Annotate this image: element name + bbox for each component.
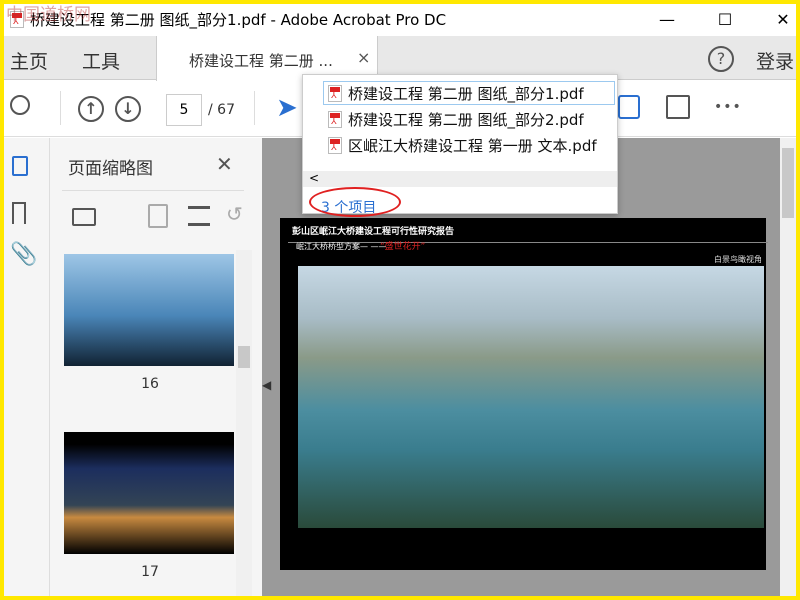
close-window-button[interactable]: ✕ (754, 4, 796, 34)
file-name: 区岷江大桥建设工程 第一册 文本.pdf (348, 136, 597, 155)
file-name: 桥建设工程 第二册 图纸_部分1.pdf (348, 84, 584, 103)
navigation-rail: 📎 (4, 138, 50, 596)
tab-tools[interactable]: 工具 (82, 47, 120, 74)
thumbnail-list: 16 17 (50, 250, 262, 596)
page-number-label: 16 (141, 376, 159, 392)
split-page-icon[interactable] (188, 206, 210, 226)
thumbnail-scrollbar[interactable] (236, 250, 252, 596)
page-number-input[interactable]: 5 (166, 94, 202, 126)
scheme-name: “盛世花开” (380, 242, 426, 252)
pdf-file-icon (328, 136, 342, 154)
dropdown-item[interactable]: 桥建设工程 第二册 图纸_部分1.pdf (323, 81, 615, 105)
full-screen-icon[interactable] (666, 95, 690, 119)
next-page-icon[interactable]: ↓ (115, 96, 141, 122)
scheme-subtitle: 岷江大桥桥型方案— —— (296, 242, 387, 251)
delete-icon[interactable] (148, 204, 168, 228)
page-number-label: 17 (141, 564, 159, 580)
pdf-file-icon (328, 110, 342, 128)
divider (60, 91, 61, 125)
bridge-aerial-image (298, 266, 764, 528)
options-menu-icon[interactable] (72, 208, 96, 226)
file-name: 桥建设工程 第二册 图纸_部分2.pdf (348, 110, 584, 129)
maximize-button[interactable]: ☐ (696, 4, 754, 34)
view-label: 白景鸟瞰视角 (714, 255, 762, 264)
scroll-left-arrow[interactable]: < (309, 171, 319, 185)
panel-close-button[interactable]: ✕ (216, 152, 233, 176)
divider (62, 190, 244, 191)
more-tools-icon[interactable]: ••• (714, 99, 742, 115)
login-button[interactable]: 登录 (756, 47, 794, 74)
tab-close-button[interactable]: × (357, 48, 370, 67)
thumbnail-panel: 页面缩略图 ✕ ↺ 16 17 (50, 138, 262, 596)
previous-page-icon[interactable]: ↑ (78, 96, 104, 122)
page-total: / 67 (208, 102, 235, 118)
collapse-panel-icon[interactable]: ◀ (262, 378, 272, 392)
recent-files-dropdown: 桥建设工程 第二册 图纸_部分1.pdf 桥建设工程 第二册 图纸_部分2.pd… (302, 74, 618, 217)
attachment-icon[interactable]: 📎 (10, 242, 37, 267)
divider (254, 91, 255, 125)
tab-home[interactable]: 主页 (10, 47, 48, 74)
page-thumbnail-17[interactable] (64, 432, 234, 554)
page-thumbnail-16[interactable] (64, 254, 234, 366)
help-icon[interactable]: ? (708, 46, 734, 72)
document-scrollbar[interactable] (780, 138, 796, 596)
scroll-mode-icon[interactable] (618, 95, 640, 119)
dropdown-horizontal-scrollbar[interactable]: < (303, 171, 617, 187)
window-title: 桥建设工程 第二册 图纸_部分1.pdf - Adobe Acrobat Pro… (30, 10, 447, 29)
bookmark-icon[interactable] (12, 202, 26, 224)
annotation-circle (309, 187, 401, 217)
pdf-page: 彭山区岷江大桥建设工程可行性研究报告 岷江大桥桥型方案— —— “盛世花开” 白… (280, 218, 768, 570)
pdf-file-icon (328, 84, 342, 102)
select-cursor-icon[interactable]: ➤ (276, 93, 298, 123)
dropdown-item[interactable]: 桥建设工程 第二册 图纸_部分2.pdf (328, 107, 584, 131)
acrobat-window: 桥建设工程 第二册 图纸_部分1.pdf - Adobe Acrobat Pro… (4, 4, 796, 596)
rotate-icon[interactable]: ↺ (226, 202, 243, 226)
title-bar: 桥建设工程 第二册 图纸_部分1.pdf - Adobe Acrobat Pro… (4, 4, 796, 34)
minimize-button[interactable]: — (638, 4, 696, 34)
dropdown-item[interactable]: 区岷江大桥建设工程 第一册 文本.pdf (328, 133, 597, 157)
page-thumbnails-icon[interactable] (12, 156, 28, 176)
tab-document-label: 桥建设工程 第二册 ... (189, 52, 333, 70)
panel-title: 页面缩略图 (68, 159, 153, 179)
search-icon[interactable] (10, 95, 30, 115)
report-title: 彭山区岷江大桥建设工程可行性研究报告 (292, 227, 455, 237)
watermark-logo: 中国道桥网 (6, 5, 91, 25)
